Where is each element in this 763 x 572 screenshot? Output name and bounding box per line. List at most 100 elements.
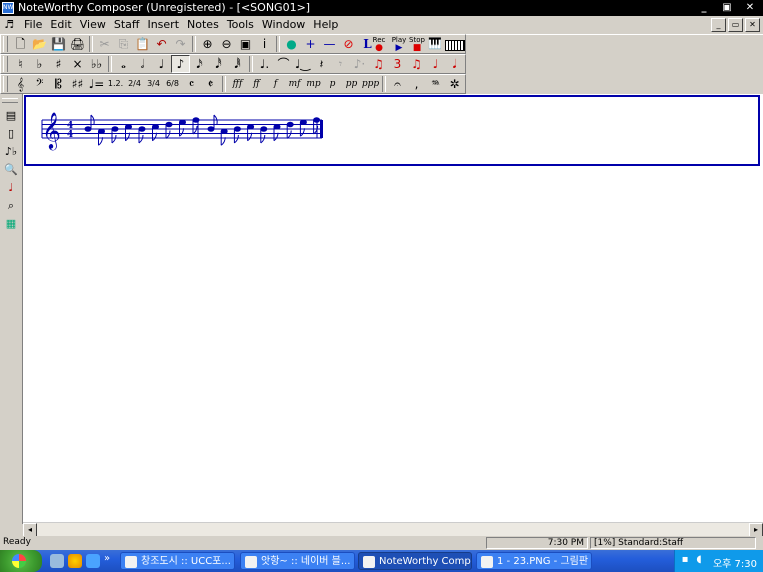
redo-icon[interactable]: ↷ (171, 35, 190, 53)
new-doc-icon[interactable]: 🗋 (11, 35, 30, 53)
slur-icon[interactable]: ♩‿ (293, 55, 312, 73)
natural-icon[interactable]: ♮ (11, 55, 30, 73)
pedal-release-icon[interactable]: ✲ (445, 75, 464, 93)
sixteenth-note-icon[interactable]: 𝅘𝅥𝅯 (190, 55, 209, 73)
instrument-icon[interactable]: 🎹 (427, 37, 443, 52)
double-flat-icon[interactable]: ♭♭ (87, 55, 106, 73)
menu-help[interactable]: Help (309, 18, 342, 32)
start-button[interactable] (0, 550, 42, 572)
half-note-icon[interactable]: 𝅗𝅥 (133, 55, 152, 73)
beam-icon[interactable]: ♫ (407, 55, 426, 73)
eighth-note-icon[interactable]: ♪ (171, 55, 190, 73)
mdi-minimize-button[interactable]: _ (711, 18, 726, 32)
play-button[interactable]: Play ▶ (389, 36, 409, 53)
triplet-icon[interactable]: 3 (388, 55, 407, 73)
time-sig-3-4-icon[interactable]: 3/4 (144, 75, 163, 93)
whole-note-icon[interactable]: 𝅝 (114, 55, 133, 73)
close-button[interactable]: ✕ (739, 1, 761, 14)
sixty-fourth-note-icon[interactable]: 𝅘𝅥𝅱 (228, 55, 247, 73)
find-icon[interactable]: ⌕ (2, 197, 20, 214)
toolbar-grip[interactable] (2, 98, 18, 103)
paste-icon[interactable]: 📋 (133, 35, 152, 53)
info-icon[interactable]: i (255, 35, 274, 53)
volume-icon[interactable]: ◖ (693, 554, 705, 566)
staccato-icon[interactable]: ♪· (350, 55, 369, 73)
mdi-restore-button[interactable]: ▭ (728, 18, 743, 32)
globe-icon[interactable]: ● (282, 35, 301, 53)
staff-properties-icon[interactable]: ▣ (236, 35, 255, 53)
minimize-button[interactable]: _ (693, 1, 715, 14)
eighth-rest-icon[interactable]: 𝄾 (331, 55, 350, 73)
stop-button[interactable]: Stop ■ (407, 36, 427, 53)
menu-window[interactable]: Window (258, 18, 309, 32)
quicklaunch-ie-icon[interactable] (86, 554, 100, 568)
menu-edit[interactable]: Edit (46, 18, 75, 32)
dynamic-ppp-icon[interactable]: ppp (361, 75, 380, 93)
print-icon[interactable]: 🖨 (68, 35, 87, 53)
network-icon[interactable]: ▪ (679, 554, 691, 566)
dynamic-pp-icon[interactable]: pp (342, 75, 361, 93)
staff-selection-box[interactable]: 𝄞 4 4 (24, 95, 760, 166)
pedal-icon[interactable]: 𝆮 (426, 75, 445, 93)
scroll-right-button[interactable]: ▸ (749, 523, 763, 537)
dotted-note-icon[interactable]: ♩. (255, 55, 274, 73)
save-icon[interactable]: 💾 (49, 35, 68, 53)
remove-icon[interactable]: — (320, 35, 339, 53)
note[interactable] (165, 121, 173, 139)
quicklaunch-browser-icon[interactable] (68, 554, 82, 568)
grid-view-icon[interactable]: ▦ (2, 215, 20, 232)
taskbar-button[interactable]: 창조도시 :: UCC포... (120, 552, 235, 570)
taskbar-clock[interactable]: 오후 7:30 (713, 555, 757, 570)
staff[interactable]: 𝄞 4 4 (26, 97, 762, 168)
zoom-out-icon[interactable]: ⊖ (217, 35, 236, 53)
note[interactable] (220, 128, 228, 146)
rest-icon[interactable]: 𝄽 (312, 55, 331, 73)
cut-icon[interactable]: ✂ (95, 35, 114, 53)
menu-view[interactable]: View (76, 18, 110, 32)
time-sig-2-4-icon[interactable]: 2/4 (125, 75, 144, 93)
keyboard-icon[interactable] (445, 40, 465, 51)
dynamic-mf-icon[interactable]: mf (285, 75, 304, 93)
restore-button[interactable]: ▣ (716, 1, 738, 14)
stop-sign-icon[interactable]: ⊘ (339, 35, 358, 53)
menu-insert[interactable]: Insert (143, 18, 183, 32)
dynamic-ff-icon[interactable]: ff (247, 75, 266, 93)
print-preview-icon[interactable]: 🔍 (2, 161, 20, 178)
stem-up-icon[interactable]: ♩ (426, 55, 445, 73)
time-sig-6-8-icon[interactable]: 6/8 (163, 75, 182, 93)
sharp-icon[interactable]: ♯ (49, 55, 68, 73)
ending-icon[interactable]: 1.2. (106, 75, 125, 93)
quarter-note-icon[interactable]: ♩ (152, 55, 171, 73)
dynamic-fff-icon[interactable]: fff (228, 75, 247, 93)
music-note-icon[interactable]: ♬ (2, 18, 16, 32)
toolbar-grip[interactable] (3, 56, 8, 72)
transpose-icon[interactable]: ♪♭ (2, 143, 20, 160)
note[interactable] (233, 126, 241, 144)
stem-down-icon[interactable]: 𝅘𝅥 (445, 55, 464, 73)
book-icon[interactable]: ▯ (2, 125, 20, 142)
note[interactable] (138, 126, 146, 144)
layer-icon[interactable]: ▤ (2, 107, 20, 124)
key-signature-icon[interactable]: ♯♯ (68, 75, 87, 93)
treble-clef-icon[interactable]: 𝄞 (11, 75, 30, 93)
bass-clef-icon[interactable]: 𝄢 (30, 75, 49, 93)
note[interactable] (260, 126, 268, 144)
cut-time-icon[interactable]: 𝄵 (201, 75, 220, 93)
tempo-icon[interactable]: ♩= (87, 75, 106, 93)
quicklaunch-more-icon[interactable]: » (104, 553, 110, 564)
breath-mark-icon[interactable]: , (407, 75, 426, 93)
dynamic-mp-icon[interactable]: mp (304, 75, 323, 93)
tie-icon[interactable]: ⌒ (274, 55, 293, 73)
taskbar-button[interactable]: 1 - 23.PNG - 그림판 (476, 552, 592, 570)
menu-staff[interactable]: Staff (110, 18, 144, 32)
horizontal-scrollbar[interactable]: ◂ ▸ (23, 522, 763, 537)
toolbar-grip[interactable] (3, 36, 8, 52)
record-button[interactable]: Rec ● (368, 36, 390, 53)
menu-notes[interactable]: Notes (183, 18, 223, 32)
note-color-icon[interactable]: ♩ (2, 179, 20, 196)
zoom-in-icon[interactable]: ⊕ (198, 35, 217, 53)
mdi-close-button[interactable]: ✕ (745, 18, 760, 32)
app-icon[interactable]: NW (2, 2, 14, 14)
add-icon[interactable]: + (301, 35, 320, 53)
double-sharp-icon[interactable]: × (68, 55, 87, 73)
